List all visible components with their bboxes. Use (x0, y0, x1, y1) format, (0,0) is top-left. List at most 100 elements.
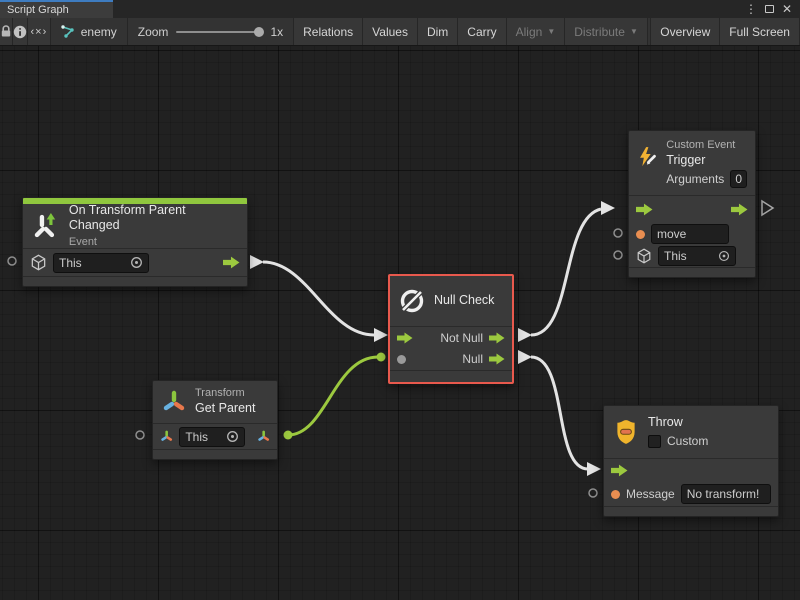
port-ring[interactable] (136, 431, 144, 439)
flow-output-arrow-icon[interactable] (489, 332, 505, 344)
target-picker-icon[interactable] (718, 250, 730, 262)
value-port-dot[interactable] (284, 431, 293, 440)
overview-button[interactable]: Overview (651, 18, 720, 45)
port-ring[interactable] (614, 229, 622, 237)
values-button[interactable]: Values (363, 18, 418, 45)
custom-label: Custom (667, 434, 708, 449)
port-ring[interactable] (614, 251, 622, 259)
wire-null-to-throw[interactable] (531, 357, 588, 469)
flow-out-port[interactable] (250, 255, 264, 269)
node-title: Trigger (666, 153, 747, 169)
relations-button[interactable]: Relations (294, 18, 363, 45)
breadcrumb-root-button[interactable]: ‹×› (28, 18, 51, 45)
node-header: Throw Custom (604, 406, 778, 458)
unity-graph-window: Script Graph ⋮ ✕ ‹×› (0, 0, 800, 600)
value-input-port[interactable] (611, 490, 620, 499)
target-field[interactable]: This (179, 427, 244, 447)
transform-changed-icon (31, 211, 61, 241)
event-name-field[interactable]: move (651, 224, 729, 244)
wire-getparent-to-nullcheck[interactable] (288, 357, 378, 435)
script-graph-icon (61, 25, 75, 38)
node-throw[interactable]: Throw Custom Message No transform! (603, 405, 779, 517)
tab-script-graph[interactable]: Script Graph (0, 0, 113, 18)
node-trigger-custom-event[interactable]: Custom Event Trigger Arguments 0 (628, 130, 756, 278)
flow-input-arrow-icon[interactable] (611, 464, 628, 477)
throw-error-icon (612, 418, 640, 446)
lock-button[interactable] (0, 18, 13, 45)
arguments-value-field[interactable]: 0 (730, 170, 747, 188)
graph-breadcrumb[interactable]: enemy (51, 18, 128, 45)
wire-notnull-to-trigger[interactable] (531, 209, 601, 335)
target-picker-icon[interactable] (130, 256, 143, 269)
flow-arrowhead (374, 328, 388, 342)
flow-row (604, 458, 778, 482)
flow-output-arrow-icon[interactable] (489, 353, 505, 365)
code-icon: ‹×› (30, 26, 47, 38)
flow-out-port[interactable] (518, 350, 532, 364)
value-port-dot[interactable] (377, 353, 386, 362)
fullscreen-button[interactable]: Full Screen (720, 18, 800, 45)
graph-name: enemy (81, 25, 117, 39)
value-input-port[interactable] (397, 355, 406, 364)
node-get-parent[interactable]: Transform Get Parent This (152, 380, 278, 460)
node-header: Null Check (390, 276, 512, 326)
wire-event-to-nullcheck[interactable] (263, 262, 374, 335)
gameobject-cube-icon (30, 254, 47, 271)
port-ring[interactable] (589, 489, 597, 497)
flow-output-arrow-icon[interactable] (731, 203, 748, 216)
event-name-row: move (629, 223, 755, 245)
gameobject-cube-icon (636, 248, 652, 264)
flow-out-port[interactable] (518, 328, 532, 342)
window-controls: ⋮ ✕ (745, 0, 800, 18)
flow-out-port-empty[interactable] (762, 201, 773, 215)
flow-row (629, 195, 755, 223)
zoom-value: 1x (270, 25, 283, 39)
node-footer (604, 506, 778, 516)
transform-icon (161, 389, 187, 415)
zoom-slider-handle[interactable] (254, 27, 264, 37)
target-picker-icon[interactable] (226, 430, 239, 443)
node-header: On Transform Parent Changed Event (23, 204, 247, 248)
flow-input-arrow-icon[interactable] (636, 203, 653, 216)
flow-input-arrow-icon[interactable] (397, 332, 413, 344)
info-icon (13, 25, 27, 39)
value-input-port[interactable] (636, 230, 645, 239)
transform-port-icon[interactable] (160, 429, 173, 444)
node-header: Transform Get Parent (153, 381, 277, 423)
chevron-down-icon: ▼ (547, 27, 555, 36)
target-field[interactable]: This (658, 246, 736, 266)
arguments-label: Arguments (666, 172, 724, 187)
node-null-check[interactable]: Null Check Not Null Null (388, 274, 514, 384)
menu-icon[interactable]: ⋮ (745, 3, 757, 15)
node-footer (153, 449, 277, 459)
align-button[interactable]: Align▼ (507, 18, 566, 45)
node-category: Transform (195, 387, 255, 401)
node-footer (23, 276, 247, 286)
target-row: This (629, 245, 755, 267)
message-field[interactable]: No transform! (681, 484, 771, 504)
custom-event-icon (637, 143, 658, 171)
target-row: This (23, 248, 247, 276)
node-footer (390, 370, 512, 382)
graph-canvas[interactable]: On Transform Parent Changed Event This (0, 46, 800, 600)
dim-button[interactable]: Dim (418, 18, 458, 45)
node-title: Throw (648, 415, 708, 431)
node-title: Null Check (434, 293, 494, 309)
info-button[interactable] (13, 18, 28, 45)
null-row: Null (390, 348, 512, 370)
zoom-slider[interactable] (176, 31, 262, 33)
maximize-icon[interactable] (765, 5, 774, 13)
tab-bar: Script Graph ⋮ ✕ (0, 0, 800, 18)
message-row: Message No transform! (604, 482, 778, 506)
flow-output-arrow-icon[interactable] (223, 256, 240, 269)
message-label: Message (626, 487, 675, 501)
carry-button[interactable]: Carry (458, 18, 506, 45)
not-null-row: Not Null (390, 326, 512, 348)
transform-output-port-icon[interactable] (257, 429, 270, 444)
close-icon[interactable]: ✕ (782, 3, 792, 15)
target-field[interactable]: This (53, 253, 149, 273)
port-ring[interactable] (8, 257, 16, 265)
distribute-button[interactable]: Distribute▼ (565, 18, 648, 45)
custom-checkbox[interactable] (648, 435, 661, 448)
node-on-transform-parent-changed[interactable]: On Transform Parent Changed Event This (22, 197, 248, 287)
